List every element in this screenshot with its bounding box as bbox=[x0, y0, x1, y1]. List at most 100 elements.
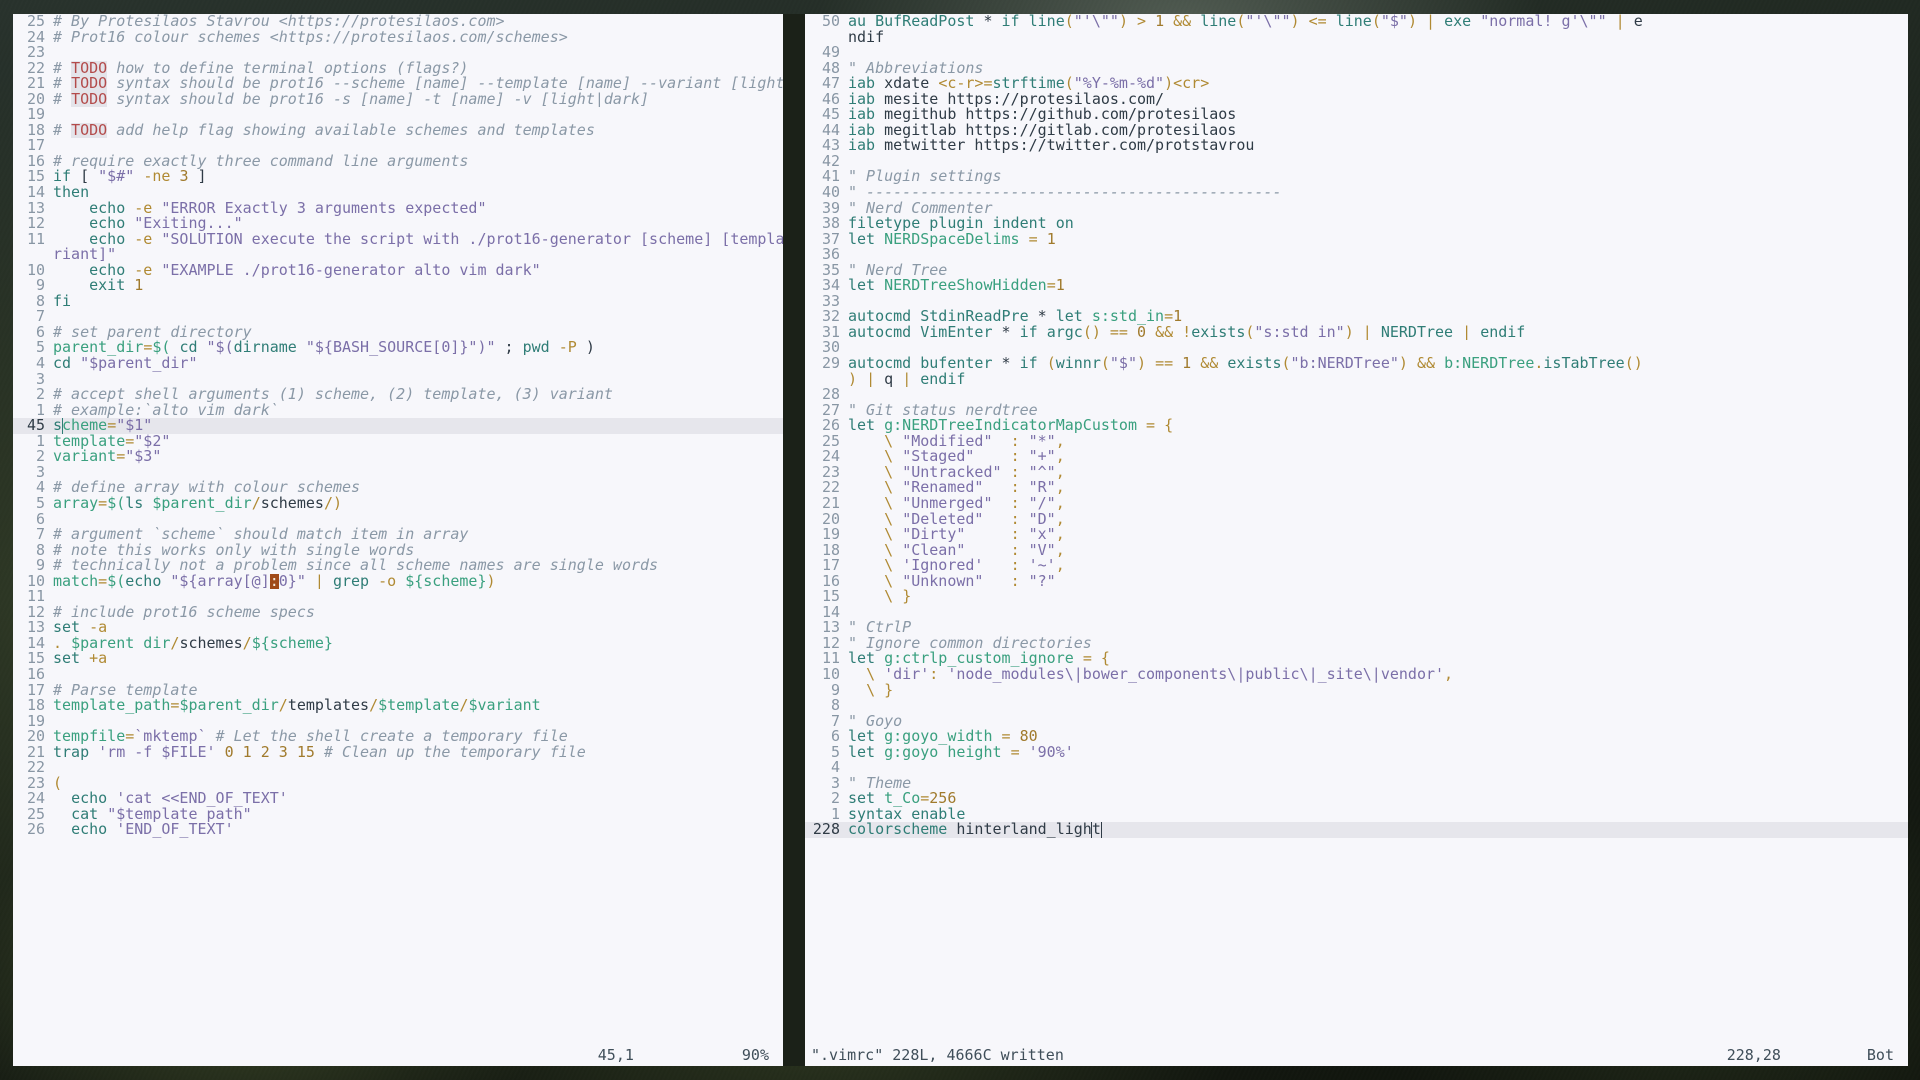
code-line[interactable]: 35 " Nerd Tree bbox=[805, 262, 1908, 279]
code-line[interactable]: 8 fi bbox=[13, 293, 783, 310]
code-line[interactable]: 11 echo -e "SOLUTION execute the script … bbox=[13, 231, 783, 248]
code-line[interactable]: 20 \ "Deleted" : "D", bbox=[805, 511, 1908, 528]
code-line[interactable]: 26 let g:NERDTreeIndicatorMapCustom = { bbox=[805, 418, 1908, 434]
code-line[interactable]: 18 template_path=$parent_dir/templates/$t… bbox=[13, 698, 783, 714]
code-line[interactable]: 24 # Prot16 colour schemes <https://prote… bbox=[13, 29, 783, 46]
code-line[interactable]: 4 cd "$parent_dir" bbox=[13, 355, 783, 372]
code-line[interactable]: 18 \ "Clean" : "V", bbox=[805, 542, 1908, 559]
code-line[interactable]: 43 iab metwitter https://twitter.com/prot… bbox=[805, 138, 1908, 154]
code-line[interactable]: 5 let g:goyo_height = '90%' bbox=[805, 744, 1908, 761]
code-line[interactable]: 32 autocmd StdinReadPre * let s:std_in=1 bbox=[805, 309, 1908, 325]
code-line[interactable]: ndif bbox=[805, 30, 1908, 46]
code-line[interactable]: riant]" bbox=[13, 247, 783, 263]
code-line[interactable]: 24 echo 'cat <<END_OF_TEXT' bbox=[13, 791, 783, 807]
code-line[interactable]: 13 set -a bbox=[13, 620, 783, 636]
code-line[interactable]: 16 # require exactly three command line a… bbox=[13, 153, 783, 170]
vim-window-left[interactable]: 2 5 # By Protesilaos Stavrou <https://prot… bbox=[13, 14, 783, 1066]
code-line[interactable]: 14 bbox=[805, 604, 1908, 621]
code-line[interactable]: 3 bbox=[13, 371, 783, 388]
code-line[interactable]: 9 # technically not a problem since all s… bbox=[13, 558, 783, 574]
code-line[interactable]: 34 let NERDTreeShowHidden=1 bbox=[805, 278, 1908, 294]
code-line-current[interactable]: 228 colorscheme hinterland_light bbox=[805, 822, 1908, 838]
code-line[interactable]: 2 set t_Co=256 bbox=[805, 791, 1908, 807]
code-line[interactable]: 3 bbox=[13, 464, 783, 481]
code-line[interactable]: 2 variant="$3" bbox=[13, 449, 783, 465]
code-line[interactable]: 6 # set parent directory bbox=[13, 324, 783, 341]
code-line[interactable]: 33 bbox=[805, 293, 1908, 310]
code-line[interactable]: 1 # example:`alto vim dark` bbox=[13, 402, 783, 419]
vim-window-right[interactable]: 50 au BufReadPost * if line("'\"") > 1 &&… bbox=[805, 14, 1908, 1066]
code-line[interactable]: 11 let g:ctrlp_custom_ignore = { bbox=[805, 651, 1908, 667]
code-line[interactable]: 7 # argument `scheme` should match item i… bbox=[13, 526, 783, 543]
code-line[interactable]: 37 let NERDSpaceDelims = 1 bbox=[805, 231, 1908, 248]
code-line[interactable]: 19 \ "Dirty" : "x", bbox=[805, 526, 1908, 543]
code-line[interactable]: ) | q | endif bbox=[805, 372, 1908, 388]
code-line[interactable]: 23( bbox=[13, 775, 783, 792]
code-line[interactable]: 25 # By Protesilaos Stavrou <https://prot… bbox=[13, 14, 783, 30]
code-line[interactable]: 10 echo -e "EXAMPLE ./prot16-generator a… bbox=[13, 262, 783, 279]
code-line[interactable]: 15 set +a bbox=[13, 651, 783, 667]
code-line[interactable]: 40 " ------------------------------------… bbox=[805, 184, 1908, 201]
code-line[interactable]: 22 # TODO how to define terminal options … bbox=[13, 60, 783, 77]
code-line[interactable]: 3 " Theme bbox=[805, 775, 1908, 792]
code-line[interactable]: 15 \ } bbox=[805, 589, 1908, 605]
code-line[interactable]: 13 " CtrlP bbox=[805, 620, 1908, 636]
code-line[interactable]: 42 bbox=[805, 153, 1908, 170]
code-line[interactable]: 20 # TODO syntax should be prot16 -s [nam… bbox=[13, 91, 783, 108]
code-line[interactable]: 30 bbox=[805, 340, 1908, 356]
code-line[interactable]: 19 bbox=[13, 713, 783, 730]
code-line[interactable]: 25 \ "Modified" : "*", bbox=[805, 433, 1908, 450]
code-line[interactable]: 4 bbox=[805, 760, 1908, 776]
code-line[interactable]: 38 filetype plugin indent on bbox=[805, 216, 1908, 232]
code-line[interactable]: 28 bbox=[805, 387, 1908, 403]
code-line[interactable]: 12 echo "Exiting..." bbox=[13, 216, 783, 232]
code-line[interactable]: 9 exit 1 bbox=[13, 278, 783, 294]
code-line[interactable]: 6 let g:goyo_width = 80 bbox=[805, 729, 1908, 745]
code-line-current[interactable]: 45 scheme="$1" bbox=[13, 418, 783, 434]
code-line[interactable]: 9 \ } bbox=[805, 682, 1908, 699]
code-line[interactable]: 16 bbox=[13, 666, 783, 683]
code-line[interactable]: 31 autocmd VimEnter * if argc() == 0 && !… bbox=[805, 324, 1908, 341]
code-line[interactable]: 36 bbox=[805, 247, 1908, 263]
code-line[interactable]: 17 \ 'Ignored' : '~', bbox=[805, 558, 1908, 574]
code-line[interactable]: 14. $parent_dir/schemes/${scheme} bbox=[13, 635, 783, 652]
code-line[interactable]: 21 \ "Unmerged" : "/", bbox=[805, 495, 1908, 512]
code-line[interactable]: 23 \ "Untracked" : "^", bbox=[805, 464, 1908, 481]
code-line[interactable]: 11 bbox=[13, 589, 783, 605]
code-line[interactable]: 10 match=$(echo "${array[@]:0}" | grep -o… bbox=[13, 573, 783, 590]
code-line[interactable]: 5 parent_dir=$( cd "$(dirname "${BASH_SOU… bbox=[13, 340, 783, 356]
code-line[interactable]: 22 \ "Renamed" : "R", bbox=[805, 480, 1908, 496]
code-line[interactable]: 12 # include prot16 scheme specs bbox=[13, 604, 783, 621]
code-line[interactable]: 49 bbox=[805, 45, 1908, 61]
code-line[interactable]: 19 bbox=[13, 107, 783, 123]
code-line[interactable]: 8 bbox=[805, 698, 1908, 714]
code-line[interactable]: 10 \ 'dir': 'node_modules\|bower_compone… bbox=[805, 666, 1908, 683]
code-line[interactable]: 17 # Parse template bbox=[13, 682, 783, 699]
code-line[interactable]: 22 bbox=[13, 760, 783, 776]
code-line[interactable]: 27 " Git status nerdtree bbox=[805, 402, 1908, 419]
code-line[interactable]: 23 bbox=[13, 45, 783, 61]
code-line[interactable]: 6 bbox=[13, 511, 783, 528]
code-line[interactable]: 47 iab xdate <c-r>=strftime("%Y-%m-%d")<c… bbox=[805, 76, 1908, 92]
code-line[interactable]: 1 template="$2" bbox=[13, 433, 783, 450]
code-line[interactable]: 46 iab mesite https://protesilaos.com/ bbox=[805, 91, 1908, 108]
code-line[interactable]: 44 iab megitlab https://gitlab.com/protes… bbox=[805, 122, 1908, 139]
code-line[interactable]: 29 autocmd bufenter * if (winnr("$") == 1… bbox=[805, 355, 1908, 372]
code-line[interactable]: 25 cat "$template_path" bbox=[13, 806, 783, 823]
code-line[interactable]: 39 " Nerd Commenter bbox=[805, 200, 1908, 217]
code-line[interactable]: 7 " Goyo bbox=[805, 713, 1908, 730]
vim-buffer-vimrc[interactable]: 50 au BufReadPost * if line("'\"") > 1 &&… bbox=[805, 14, 1908, 1045]
code-line[interactable]: 45 iab megithub https://github.com/protes… bbox=[805, 107, 1908, 123]
code-line[interactable]: 26 echo 'END_OF_TEXT' bbox=[13, 822, 783, 838]
code-line[interactable]: 50 au BufReadPost * if line("'\"") > 1 &&… bbox=[805, 14, 1908, 30]
code-line[interactable]: 14 then bbox=[13, 184, 783, 201]
code-line[interactable]: 24 \ "Staged" : "+", bbox=[805, 449, 1908, 465]
code-line[interactable]: 12 " Ignore common directories bbox=[805, 635, 1908, 652]
vim-buffer-prot16-generator[interactable]: 2 5 # By Protesilaos Stavrou <https://prot… bbox=[13, 14, 783, 1045]
code-line[interactable]: 21 # TODO syntax should be prot16 --schem… bbox=[13, 76, 783, 92]
code-line[interactable]: 21 trap 'rm -f $FILE' 0 1 2 3 15 # Clean … bbox=[13, 744, 783, 761]
vim-terminal-window[interactable]: 2 5 # By Protesilaos Stavrou <https://prot… bbox=[13, 14, 1908, 1066]
code-line[interactable]: 8 # note this works only with single word… bbox=[13, 542, 783, 559]
code-line[interactable]: 2 # accept shell arguments (1) scheme, (2… bbox=[13, 387, 783, 403]
code-line[interactable]: 1 syntax enable bbox=[805, 806, 1908, 823]
